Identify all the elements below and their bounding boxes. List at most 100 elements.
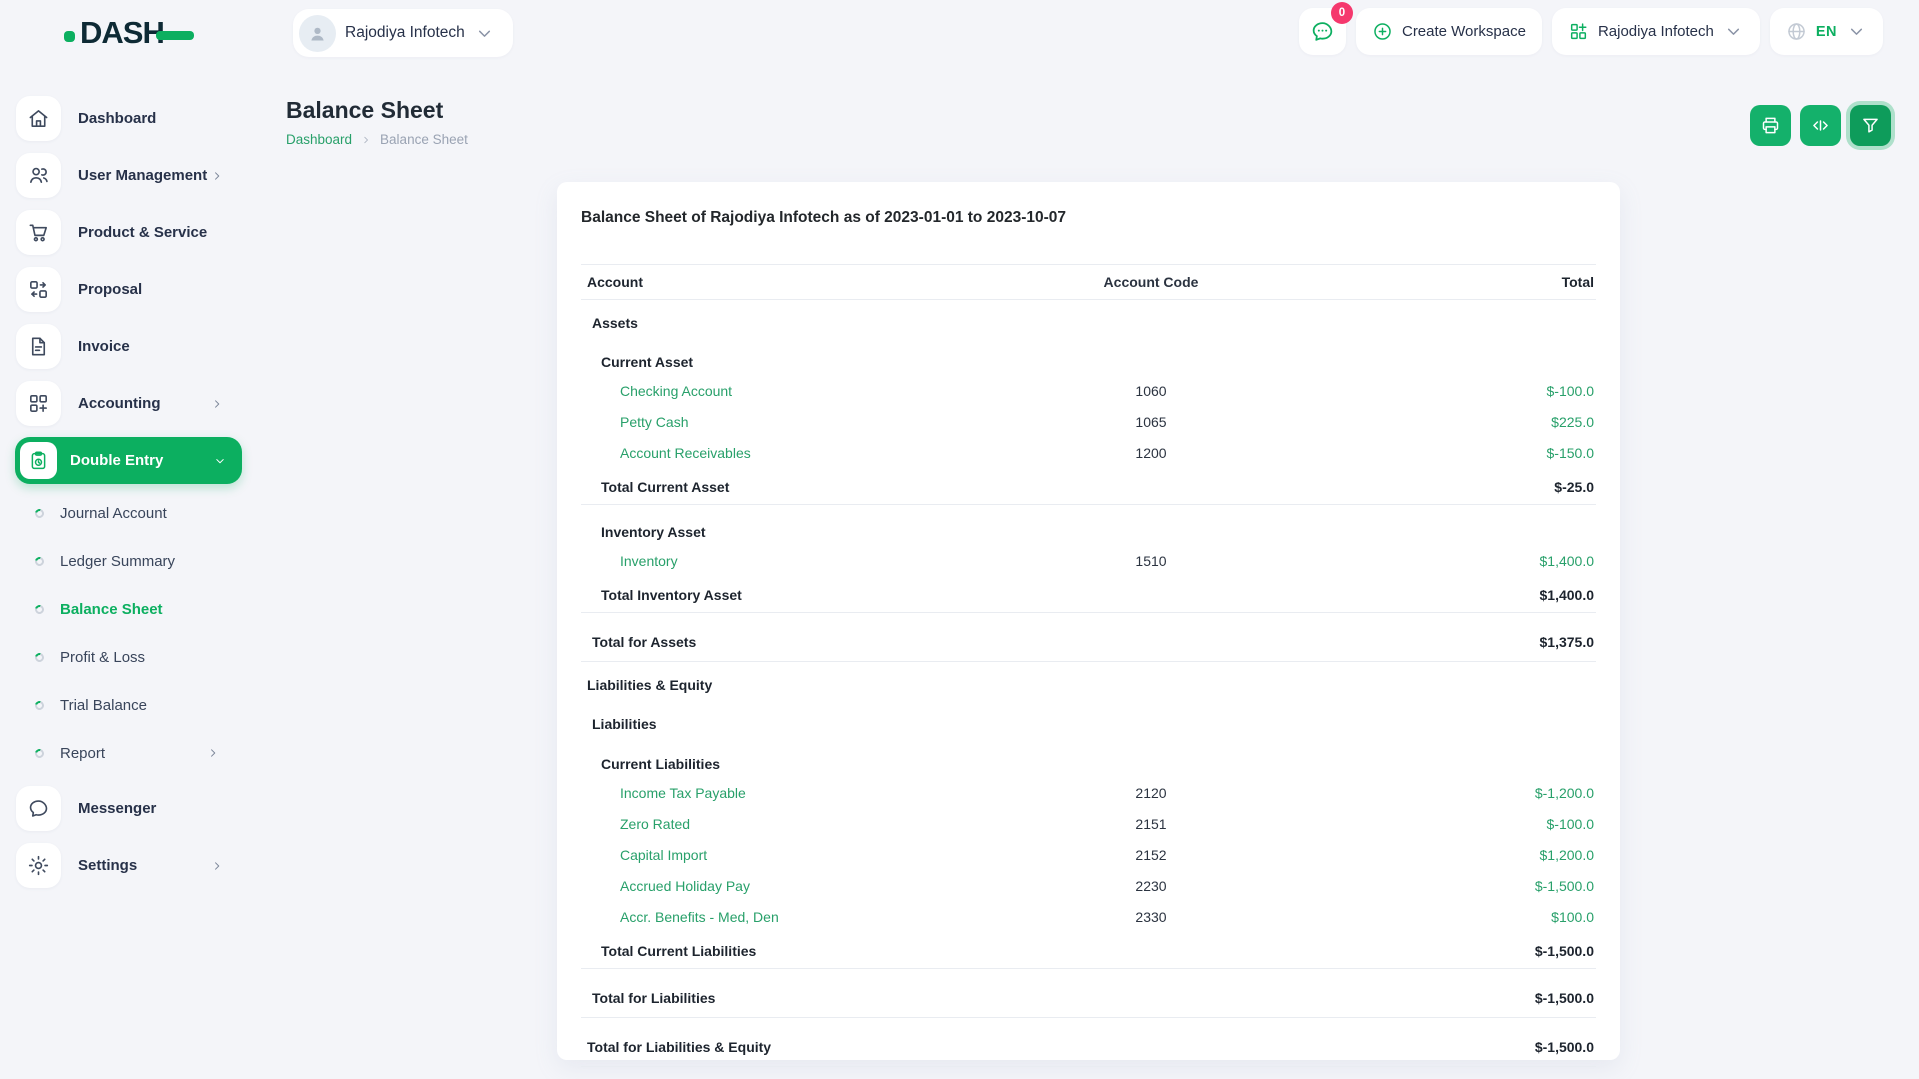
sidebar-item-user-management[interactable]: User Management — [0, 147, 252, 204]
sidebar-item-accounting[interactable]: Accounting — [0, 375, 252, 432]
table-row-capital-import: Capital Import2152$1,200.0 — [581, 839, 1596, 870]
users-icon — [16, 153, 61, 198]
row-label: Total for Assets — [581, 634, 1036, 650]
sidebar-item-label: Messenger — [78, 800, 156, 817]
company-selector[interactable]: Rajodiya Infotech — [1552, 8, 1760, 55]
sidebar-subitem-profit-loss[interactable]: Profit & Loss — [0, 633, 252, 681]
sidebar-subitem-label: Balance Sheet — [60, 601, 163, 618]
account-link-checking-account[interactable]: Checking Account — [620, 383, 732, 399]
account-link-inventory[interactable]: Inventory — [620, 553, 678, 569]
chevron-right-icon — [210, 397, 224, 411]
table-header-row: AccountAccount CodeTotal — [581, 264, 1596, 300]
printer-button[interactable] — [1750, 105, 1791, 146]
report-toolbar — [1750, 105, 1891, 146]
workspace-selector[interactable]: Rajodiya Infotech — [293, 9, 513, 57]
row-label: Current Liabilities — [581, 756, 1036, 772]
sidebar-item-label: User Management — [78, 167, 207, 184]
row-total: $-1,500.0 — [1266, 878, 1596, 894]
proposal-icon — [27, 278, 50, 301]
account-code: 1200 — [1036, 445, 1266, 461]
row-total: $-25.0 — [1266, 479, 1596, 495]
row-label: Current Asset — [581, 354, 1036, 370]
donut-bullet-icon — [33, 603, 45, 615]
sidebar-item-label: Double Entry — [70, 452, 163, 469]
sidebar-item-invoice[interactable]: Invoice — [0, 318, 252, 375]
row-label: Inventory Asset — [581, 524, 1036, 540]
account-link-accrued-holiday-pay[interactable]: Accrued Holiday Pay — [620, 878, 750, 894]
table-row-accr-benefits-med-den: Accr. Benefits - Med, Den2330$100.0 — [581, 901, 1596, 932]
sidebar-subitem-journal-account[interactable]: Journal Account — [0, 489, 252, 537]
row-label: Assets — [581, 315, 1036, 331]
account-link-zero-rated[interactable]: Zero Rated — [620, 816, 690, 832]
top-header: DASH Rajodiya Infotech 0 Create Workspac… — [0, 0, 1919, 64]
invoice-icon — [16, 324, 61, 369]
sidebar-item-label: Product & Service — [78, 224, 207, 241]
sidebar-item-dashboard[interactable]: Dashboard — [0, 90, 252, 147]
table-row-accrued-holiday-pay: Accrued Holiday Pay 2230$-1,500.0 — [581, 870, 1596, 901]
sidebar-subitem-label: Profit & Loss — [60, 649, 145, 666]
chevron-down-icon — [1846, 21, 1867, 42]
account-link-capital-import[interactable]: Capital Import — [620, 847, 707, 863]
code-toggle-icon — [1810, 115, 1831, 136]
sidebar-subitem-label: Ledger Summary — [60, 553, 175, 570]
messages-badge: 0 — [1331, 2, 1353, 24]
table-row-total-current-liabilities: Total Current Liabilities$-1,500.0 — [581, 935, 1596, 969]
table-row-current-liabilities: Current Liabilities — [581, 747, 1596, 777]
chevron-down-icon — [1723, 21, 1744, 42]
settings-icon — [16, 843, 61, 888]
sidebar-subitem-trial-balance[interactable]: Trial Balance — [0, 681, 252, 729]
table-row-liabilities: Liabilities — [581, 707, 1596, 737]
column-header-account: Account — [581, 274, 1036, 290]
row-label: Total for Liabilities & Equity — [581, 1039, 1036, 1055]
table-row-total-for-liabilities: Total for Liabilities $-1,500.0 — [581, 980, 1596, 1018]
header-actions: 0 Create Workspace Rajodiya Infotech EN — [1299, 8, 1883, 55]
account-link-accr-benefits-med-den[interactable]: Accr. Benefits - Med, Den — [620, 909, 779, 925]
sidebar: Dashboard User Management Product & Servic… — [0, 90, 252, 894]
invoice-icon — [27, 335, 50, 358]
sidebar-subitem-report[interactable]: Report — [0, 729, 252, 777]
sidebar-subitem-ledger-summary[interactable]: Ledger Summary — [0, 537, 252, 585]
sidebar-item-messenger[interactable]: Messenger — [0, 780, 252, 837]
sidebar-subitem-label: Journal Account — [60, 505, 167, 522]
settings-icon — [27, 854, 50, 877]
balance-sheet-table: AccountAccount CodeTotal Assets Current As… — [581, 264, 1596, 1067]
plus-circle-icon — [1372, 21, 1393, 42]
chat-icon — [1310, 19, 1335, 44]
account-code: 2330 — [1036, 909, 1266, 925]
filter-button[interactable] — [1850, 105, 1891, 146]
messages-button[interactable]: 0 — [1299, 8, 1346, 55]
chevron-right-icon — [360, 134, 372, 146]
sidebar-item-proposal[interactable]: Proposal — [0, 261, 252, 318]
accounting-icon — [27, 392, 50, 415]
table-row-current-asset: Current Asset — [581, 345, 1596, 375]
home-icon — [16, 96, 61, 141]
create-workspace-label: Create Workspace — [1402, 23, 1526, 40]
double-entry-icon — [20, 442, 57, 479]
sidebar-subitem-balance-sheet[interactable]: Balance Sheet — [0, 585, 252, 633]
dash-logo[interactable]: DASH — [64, 15, 194, 51]
row-label: Total Current Asset — [581, 479, 1036, 495]
breadcrumb-dashboard-link[interactable]: Dashboard — [286, 132, 352, 147]
balance-sheet-card: Balance Sheet of Rajodiya Infotech as of… — [557, 182, 1620, 1060]
sidebar-item-product-service[interactable]: Product & Service — [0, 204, 252, 261]
cart-icon — [16, 210, 61, 255]
page-title: Balance Sheet — [286, 97, 443, 124]
code-toggle-button[interactable] — [1800, 105, 1841, 146]
row-total: $-1,200.0 — [1266, 785, 1596, 801]
table-row-account-receivables: Account Receivables1200$-150.0 — [581, 437, 1596, 468]
row-total: $-1,500.0 — [1266, 990, 1596, 1006]
account-code: 2230 — [1036, 878, 1266, 894]
sidebar-item-settings[interactable]: Settings — [0, 837, 252, 894]
row-label: Total Inventory Asset — [581, 587, 1036, 603]
user-avatar-icon — [307, 23, 328, 44]
account-link-income-tax-payable[interactable]: Income Tax Payable — [620, 785, 746, 801]
account-link-petty-cash[interactable]: Petty Cash — [620, 414, 688, 430]
sidebar-item-double-entry[interactable]: Double Entry — [15, 437, 242, 484]
grid-add-icon — [1568, 21, 1589, 42]
sidebar-item-label: Invoice — [78, 338, 130, 355]
account-link-account-receivables[interactable]: Account Receivables — [620, 445, 751, 461]
create-workspace-button[interactable]: Create Workspace — [1356, 8, 1542, 55]
row-label: Total for Liabilities — [581, 990, 1036, 1006]
language-selector[interactable]: EN — [1770, 8, 1883, 55]
filter-icon — [1860, 115, 1881, 136]
